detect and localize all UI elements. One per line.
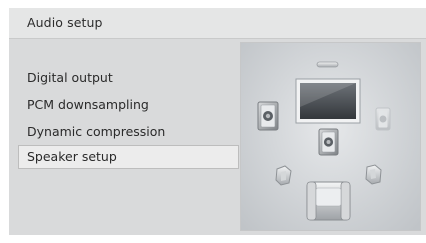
- armchair-icon: [306, 181, 351, 221]
- menu-item-pcm-downsampling[interactable]: PCM downsampling: [27, 97, 149, 112]
- menu-item-dynamic-compression[interactable]: Dynamic compression: [27, 124, 165, 139]
- soundbar-icon: [316, 61, 339, 68]
- front-right-speaker-icon: [375, 107, 391, 131]
- speaker-layout-diagram: [257, 61, 391, 221]
- audio-setup-window: Audio setup Digital output PCM downsampl…: [9, 8, 426, 235]
- front-left-speaker-icon: [257, 101, 279, 131]
- center-speaker-icon: [318, 128, 339, 156]
- tv-screen-icon: [295, 78, 361, 124]
- surround-left-speaker-icon: [275, 165, 292, 186]
- menu-item-digital-output[interactable]: Digital output: [27, 70, 113, 85]
- surround-right-speaker-icon: [365, 164, 382, 185]
- menu-item-speaker-setup[interactable]: Speaker setup: [18, 145, 239, 169]
- audio-menu: Digital output PCM downsampling Dynamic …: [9, 8, 239, 235]
- speaker-layout-illustration: [240, 42, 421, 231]
